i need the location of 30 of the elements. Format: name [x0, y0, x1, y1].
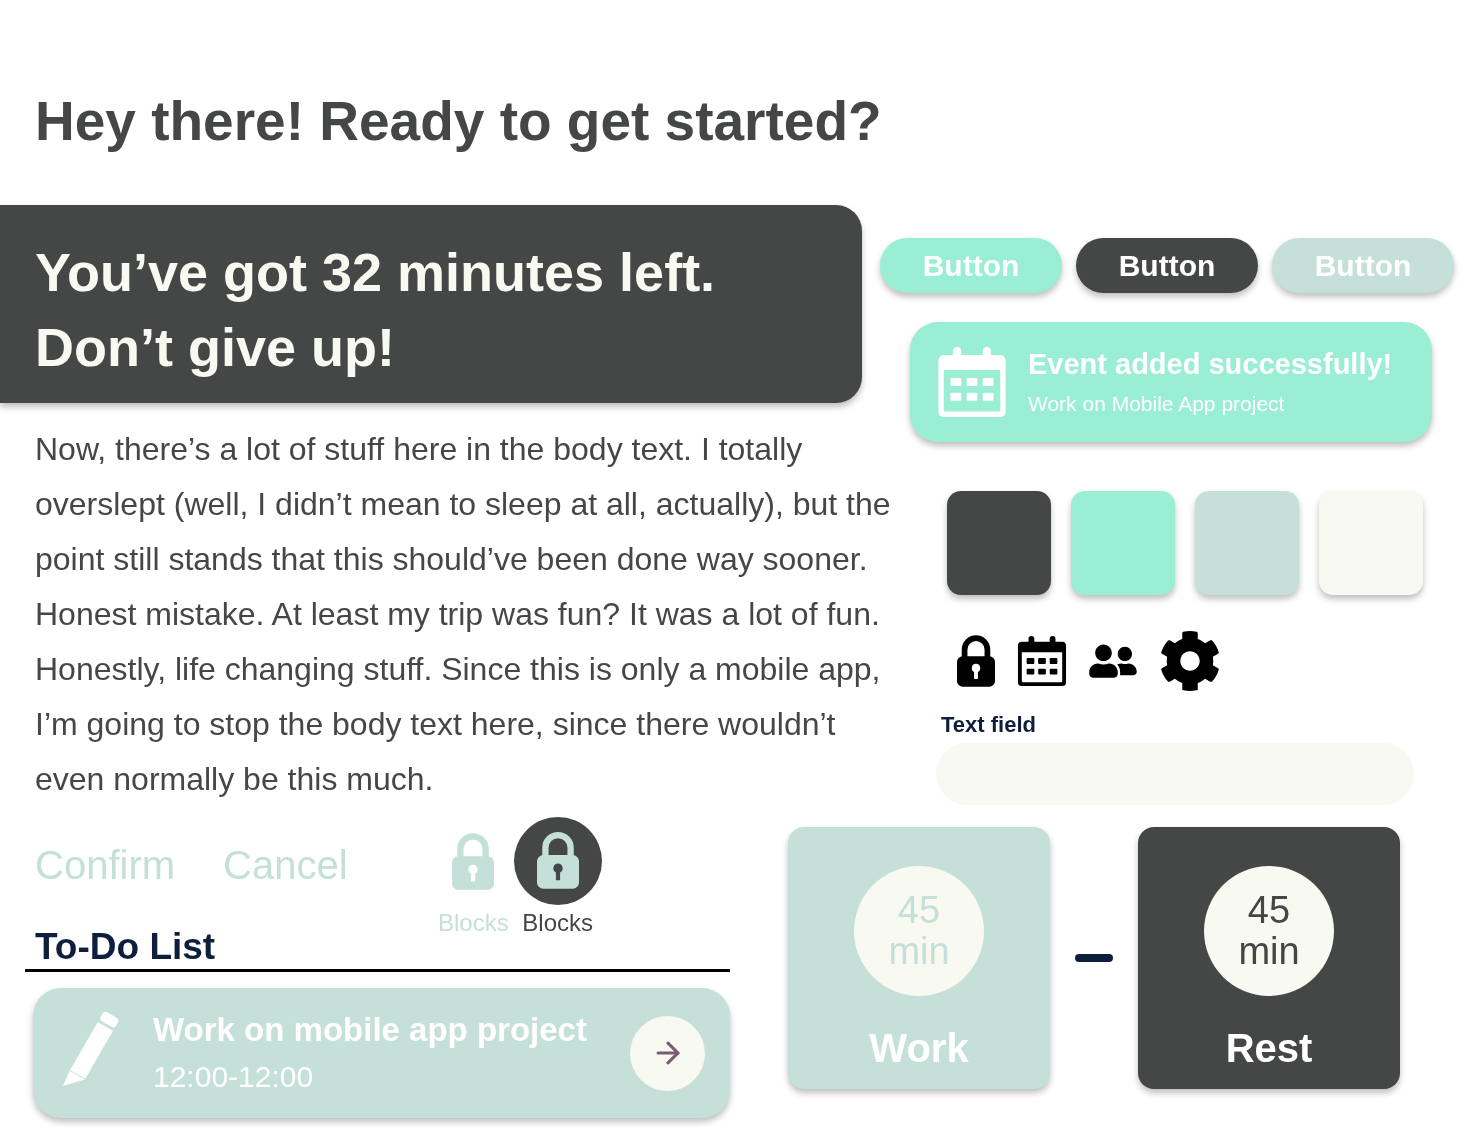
- pill-button[interactable]: Button: [1076, 238, 1258, 293]
- lock-icon: [957, 635, 995, 687]
- timer-label: Work: [869, 1025, 969, 1072]
- banner-text: Don’t give up!: [35, 316, 395, 379]
- calendar-icon: [937, 347, 1007, 417]
- people-icon: [1089, 642, 1137, 680]
- lock-icon: [452, 832, 495, 890]
- toast-subtitle: Work on Mobile App project: [1028, 391, 1285, 417]
- text-button[interactable]: Confirm: [35, 841, 176, 889]
- blocks-toggle[interactable]: Blocks: [438, 817, 509, 936]
- dash-icon: [1075, 954, 1113, 962]
- todo-title: Work on mobile app project: [153, 1010, 587, 1050]
- lock-icon: [513, 817, 602, 905]
- pill-button[interactable]: Button: [1272, 238, 1454, 293]
- field-label: Text field: [941, 712, 1036, 738]
- toast-title: Event added successfully!: [1028, 347, 1393, 382]
- banner-text: You’ve got 32 minutes left.: [35, 241, 716, 304]
- timer-card[interactable]: 45 min Rest: [1138, 827, 1400, 1089]
- body-text: Now, there’s a lot of stuff here in the body text. I totally overslept (well, I didn’t mean to sleep at all, actually), but the point still stands that this should’ve been done way sooner. Honest mistake. At least my trip was fun? It was a lot of fun. Honestly, life changing stuff. Since this is only a mobile app, I’m going to stop the body text here, since there wouldn’t even normally be this much.: [35, 430, 892, 799]
- settings-icon: [1159, 630, 1221, 692]
- section-title: To-Do List: [35, 925, 216, 969]
- pill-button[interactable]: Button: [880, 238, 1062, 293]
- blocks-toggle[interactable]: Blocks: [513, 817, 602, 936]
- calendar-icon: [1017, 636, 1067, 686]
- timer-value: 45: [1247, 890, 1291, 931]
- timer-unit: min: [1238, 931, 1300, 972]
- todo-time: 12:00-12:00: [153, 1059, 314, 1095]
- timer-label: Rest: [1225, 1025, 1313, 1072]
- text-button[interactable]: Cancel: [223, 841, 348, 889]
- page-heading: Hey there! Ready to get started?: [35, 89, 882, 154]
